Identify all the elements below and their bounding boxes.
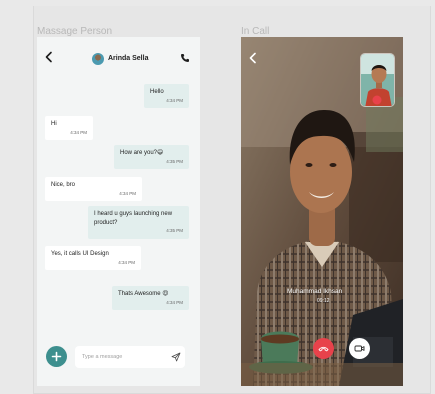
message-input-placeholder: Type a message (82, 354, 123, 360)
video-camera-icon (354, 345, 365, 352)
message-text: Thats Awesome 😍 (118, 291, 169, 297)
chat-message: Yes, it calls UI Design 4:34 PM (45, 246, 141, 271)
message-text: Yes, it calls UI Design (51, 251, 109, 257)
message-time: 4:34 PM (166, 299, 183, 305)
message-text: Hello (150, 89, 164, 95)
back-arrow-icon[interactable] (248, 52, 258, 64)
message-time: 4:34 PM (119, 190, 136, 196)
chat-message: I heard u guys launching new product? 4:… (88, 206, 189, 239)
back-arrow-icon[interactable] (43, 51, 55, 63)
self-video-preview[interactable] (360, 53, 395, 107)
end-call-icon (318, 346, 329, 352)
message-text: Hi (51, 121, 57, 127)
chat-message: Hello 4:34 PM (144, 84, 189, 109)
message-time: 4:35 PM (166, 158, 183, 164)
message-time: 4:34 PM (166, 97, 183, 103)
message-section-title: Massage Person (37, 26, 113, 37)
add-attachment-button[interactable] (46, 346, 67, 367)
send-icon[interactable] (171, 352, 181, 362)
video-toggle-button[interactable] (349, 338, 370, 359)
plus-icon (51, 351, 62, 362)
chat-message: Thats Awesome 😍 4:34 PM (112, 286, 189, 311)
message-text: How are you?😄 (120, 150, 164, 156)
end-call-button[interactable] (313, 338, 334, 359)
chat-header: Arinda Sella (37, 37, 200, 77)
contact-name[interactable]: Arinda Sella (108, 55, 148, 62)
chat-message: Nice, bro 4:34 PM (45, 177, 142, 202)
call-section-title: In Call (241, 26, 270, 37)
chat-message: How are you?😄 4:35 PM (114, 145, 189, 170)
message-text: I heard u guys launching new product? (94, 211, 173, 226)
message-text: Nice, bro (51, 182, 76, 188)
avatar[interactable] (92, 53, 104, 65)
message-time: 4:34 PM (70, 129, 87, 135)
call-duration: 09:12 (317, 298, 330, 304)
caller-name: Muhammad Ikhsan (287, 288, 343, 295)
chat-message: Hi 4:34 PM (45, 116, 93, 141)
chat-screen: Arinda Sella Hello 4:34 PM Hi 4:34 PM Ho… (37, 37, 200, 386)
phone-icon[interactable] (180, 53, 190, 63)
message-time: 4:34 PM (118, 259, 135, 265)
message-time: 4:35 PM (166, 228, 183, 234)
self-video-feed (361, 54, 394, 106)
call-screen: Muhammad Ikhsan 09:12 (241, 37, 403, 386)
message-input[interactable]: Type a message (75, 346, 185, 368)
